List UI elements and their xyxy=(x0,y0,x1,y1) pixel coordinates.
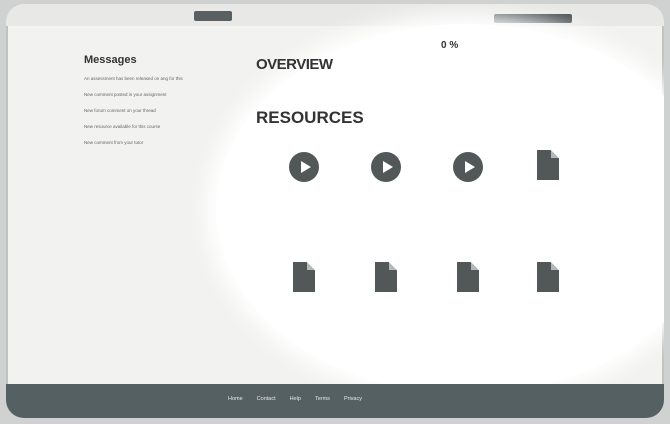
top-bar-button[interactable] xyxy=(194,11,232,21)
resources-grid xyxy=(246,150,626,372)
play-icon[interactable] xyxy=(289,152,319,182)
footer: Home Contact Help Terms Privacy xyxy=(6,384,664,418)
message-item[interactable]: New comment from your tutor xyxy=(84,140,224,146)
document-icon[interactable] xyxy=(537,150,559,180)
footer-link-contact[interactable]: Contact xyxy=(257,396,276,402)
overview-section: OVERVIEW xyxy=(256,56,333,74)
progress-percent: 0 % xyxy=(441,40,459,51)
message-text: An assessment has been released on ang f… xyxy=(84,76,183,81)
top-bar xyxy=(6,4,664,26)
resource-item-video[interactable] xyxy=(428,152,508,182)
message-text: New comment from your tutor xyxy=(84,140,144,145)
play-icon[interactable] xyxy=(371,152,401,182)
footer-link-home[interactable]: Home xyxy=(228,396,243,402)
message-text: New comment posted in your assignment xyxy=(84,92,167,97)
top-bar-action-button[interactable] xyxy=(494,14,572,23)
document-icon[interactable] xyxy=(457,262,479,292)
document-icon[interactable] xyxy=(375,262,397,292)
footer-link-help[interactable]: Help xyxy=(290,396,301,402)
play-icon[interactable] xyxy=(453,152,483,182)
message-text: New resource available for this course xyxy=(84,124,161,129)
message-item[interactable]: New resource available for this course xyxy=(84,124,224,130)
message-item[interactable]: New forum comment on your thread xyxy=(84,108,224,114)
resource-item-video[interactable] xyxy=(346,152,426,182)
messages-title: Messages xyxy=(84,54,137,66)
messages-panel: Messages An assessment has been released… xyxy=(84,54,224,156)
message-item[interactable]: An assessment has been released on ang f… xyxy=(84,76,224,82)
page-frame: Messages An assessment has been released… xyxy=(6,4,664,418)
progress-stat: 0 % xyxy=(441,40,541,51)
document-icon[interactable] xyxy=(293,262,315,292)
document-icon[interactable] xyxy=(537,262,559,292)
resources-title: RESOURCES xyxy=(256,108,364,127)
footer-nav: Home Contact Help Terms Privacy xyxy=(228,396,362,402)
resource-item-document[interactable] xyxy=(264,262,344,292)
resource-item-document[interactable] xyxy=(428,262,508,292)
resource-item-document[interactable] xyxy=(508,150,588,180)
footer-link-privacy[interactable]: Privacy xyxy=(344,396,362,402)
resource-item-document[interactable] xyxy=(508,262,588,292)
message-item[interactable]: New comment posted in your assignment xyxy=(84,92,224,98)
message-text: New forum comment on your thread xyxy=(84,108,156,113)
resource-item-video[interactable] xyxy=(264,152,344,182)
resource-item-document[interactable] xyxy=(346,262,426,292)
overview-title: OVERVIEW xyxy=(256,56,333,73)
footer-link-terms[interactable]: Terms xyxy=(315,396,330,402)
